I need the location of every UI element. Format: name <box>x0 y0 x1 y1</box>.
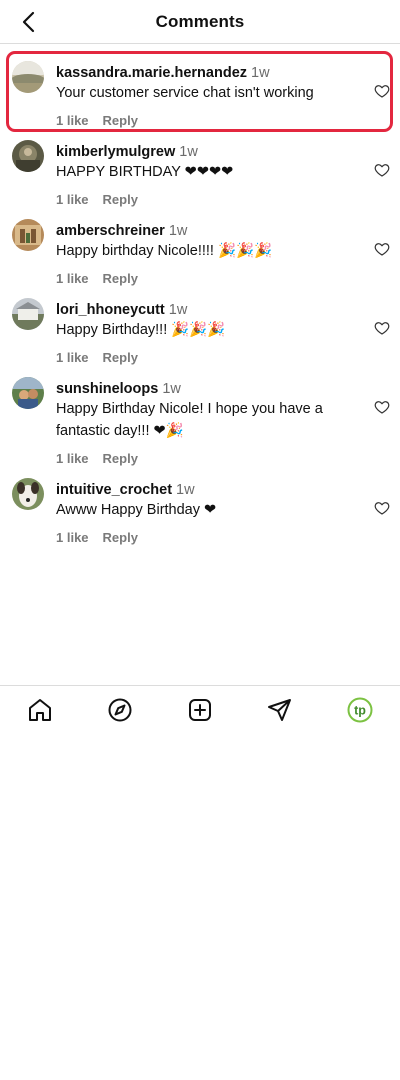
heart-icon[interactable] <box>374 241 390 257</box>
nav-create[interactable] <box>186 696 214 724</box>
create-plus-icon <box>189 698 211 721</box>
avatar[interactable] <box>12 140 44 172</box>
chevron-left-icon <box>22 11 35 33</box>
header: Comments <box>0 0 400 44</box>
comment-time: 1w <box>168 302 188 318</box>
heart-icon[interactable] <box>374 320 390 336</box>
comment-username[interactable]: amberschreiner <box>56 223 165 239</box>
comment-text: Your customer service chat isn't working <box>56 85 314 101</box>
comment-item: lori_hhoneycutt 1w Happy Birthday!!! 🎉🎉🎉 … <box>0 293 400 369</box>
like-count[interactable]: 1 like <box>56 271 89 286</box>
reply-button[interactable]: Reply <box>103 451 138 466</box>
reply-button[interactable]: Reply <box>103 192 138 207</box>
avatar[interactable] <box>12 219 44 251</box>
heart-icon[interactable] <box>374 83 390 99</box>
nav-direct[interactable] <box>266 696 294 724</box>
explore-compass-icon <box>108 698 132 721</box>
profile-initials: tp <box>354 703 366 717</box>
comment-item: intuitive_crochet 1w Awww Happy Birthday … <box>0 473 400 549</box>
comment-item: kassandra.marie.hernandez 1w Your custome… <box>0 56 400 132</box>
reply-button[interactable]: Reply <box>103 271 138 286</box>
comment-text: Happy birthday Nicole!!!! 🎉🎉🎉 <box>56 243 273 259</box>
reply-button[interactable]: Reply <box>103 530 138 545</box>
like-count[interactable]: 1 like <box>56 113 89 128</box>
profile-avatar-icon: tp <box>347 697 373 722</box>
comment-username[interactable]: lori_hhoneycutt <box>56 302 165 318</box>
heart-icon[interactable] <box>374 399 390 415</box>
comment-text: Awww Happy Birthday ❤ <box>56 502 217 518</box>
back-button[interactable] <box>16 10 40 34</box>
comment-item: sunshineloops 1w Happy Birthday Nicole! I… <box>0 372 400 472</box>
comment-username[interactable]: kimberlymulgrew <box>56 144 175 160</box>
avatar[interactable] <box>12 478 44 510</box>
comment-item: kimberlymulgrew 1w HAPPY BIRTHDAY ❤❤❤❤ 1 … <box>0 135 400 211</box>
comment-time: 1w <box>176 482 195 498</box>
avatar[interactable] <box>12 377 44 409</box>
direct-send-icon <box>268 698 291 721</box>
like-count[interactable]: 1 like <box>56 530 89 545</box>
comment-text: HAPPY BIRTHDAY ❤❤❤❤ <box>56 164 234 180</box>
heart-icon[interactable] <box>374 500 390 516</box>
like-count[interactable]: 1 like <box>56 350 89 365</box>
comment-username[interactable]: intuitive_crochet <box>56 482 172 498</box>
like-count[interactable]: 1 like <box>56 451 89 466</box>
avatar[interactable] <box>12 61 44 93</box>
comment-username[interactable]: kassandra.marie.hernandez <box>56 65 247 81</box>
comment-text: Happy Birthday Nicole! I hope you have a… <box>56 401 323 439</box>
page-title: Comments <box>155 11 245 31</box>
reply-button[interactable]: Reply <box>103 113 138 128</box>
comment-time: 1w <box>251 65 270 81</box>
comment-item: amberschreiner 1w Happy birthday Nicole!!… <box>0 214 400 290</box>
nav-profile[interactable]: tp <box>346 696 374 724</box>
comment-username[interactable]: sunshineloops <box>56 381 158 397</box>
reply-button[interactable]: Reply <box>103 350 138 365</box>
like-count[interactable]: 1 like <box>56 192 89 207</box>
nav-explore[interactable] <box>106 696 134 724</box>
heart-icon[interactable] <box>374 162 390 178</box>
comment-time: 1w <box>168 223 188 239</box>
avatar[interactable] <box>12 298 44 330</box>
comment-time: 1w <box>162 381 181 397</box>
bottom-nav: tp <box>0 685 400 733</box>
nav-home[interactable] <box>26 696 54 724</box>
comment-time: 1w <box>179 144 198 160</box>
comment-text: Happy Birthday!!! 🎉🎉🎉 <box>56 322 226 338</box>
home-icon <box>29 698 51 721</box>
